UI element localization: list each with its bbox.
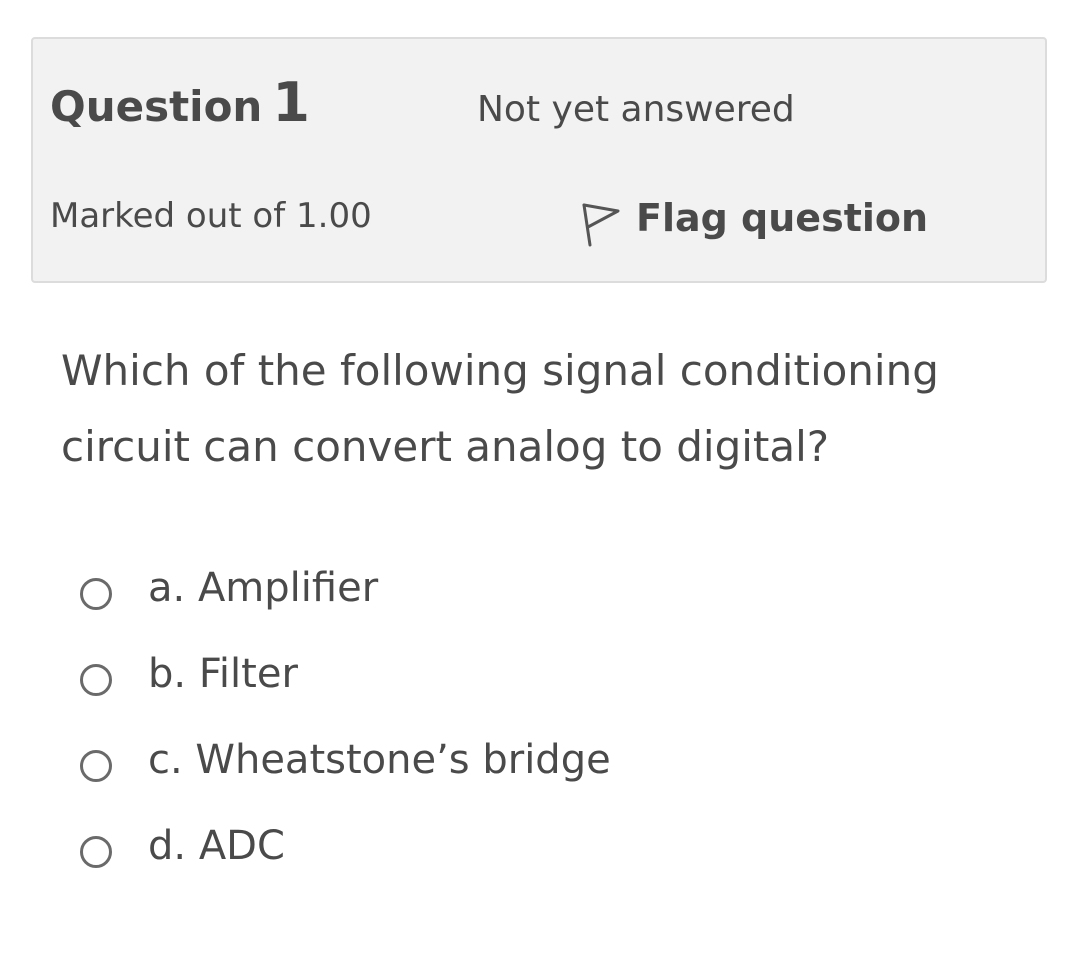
question-word: Question bbox=[50, 82, 263, 131]
answer-option-b[interactable]: b. Filter bbox=[80, 631, 611, 717]
answer-label[interactable]: c. Wheatstone’s bridge bbox=[148, 730, 611, 790]
radio-button[interactable] bbox=[80, 664, 112, 696]
answer-option-a[interactable]: a. Amplifier bbox=[80, 545, 611, 631]
answer-option-c[interactable]: c. Wheatstone’s bridge bbox=[80, 717, 611, 803]
radio-button[interactable] bbox=[80, 750, 112, 782]
flag-question-button[interactable]: Flag question bbox=[578, 187, 928, 249]
question-info-panel: Question 1 Not yet answered Marked out of… bbox=[31, 37, 1047, 283]
question-state: Not yet answered bbox=[477, 89, 795, 130]
flag-outline-icon bbox=[582, 203, 620, 247]
radio-button[interactable] bbox=[80, 578, 112, 610]
question-number-heading: Question 1 bbox=[50, 73, 310, 137]
question-number: 1 bbox=[272, 71, 310, 134]
answer-label[interactable]: d. ADC bbox=[148, 816, 285, 876]
flag-question-label: Flag question bbox=[636, 196, 929, 240]
answer-label[interactable]: a. Amplifier bbox=[148, 558, 378, 618]
answer-option-d[interactable]: d. ADC bbox=[80, 803, 611, 889]
radio-button[interactable] bbox=[80, 836, 112, 868]
answer-options: a. Amplifier b. Filter c. Wheatstone’s b… bbox=[80, 545, 611, 889]
question-grade: Marked out of 1.00 bbox=[50, 196, 372, 236]
question-text: Which of the following signal conditioni… bbox=[61, 346, 939, 471]
answer-label[interactable]: b. Filter bbox=[148, 644, 298, 704]
